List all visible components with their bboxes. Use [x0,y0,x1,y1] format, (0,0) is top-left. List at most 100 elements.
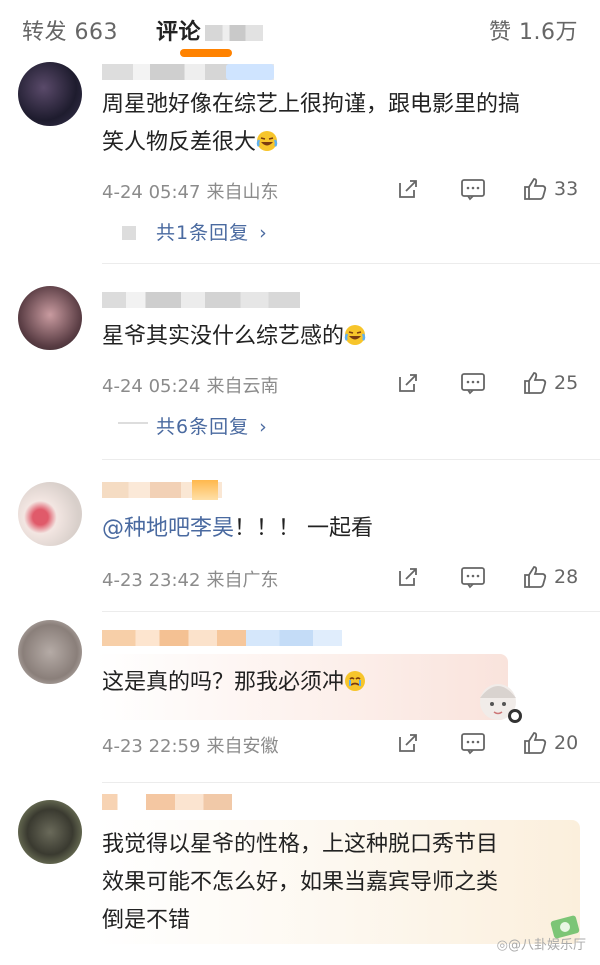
reply-button[interactable] [460,174,486,204]
watermark-text: 八卦娱乐厅 [520,938,586,953]
watermark: ◎@八卦娱乐厅 [496,938,586,953]
comment-item: 星爷其实没什么综艺感的 4-24 05:24 来自云南 25 共6条回复 › [0,270,600,460]
comment-location: 来自安徽 [206,736,279,757]
reply-button[interactable] [460,728,486,758]
comment-tabs: 转发 663 评论 赞 1.6万 [0,0,600,58]
comment-item: 周星弛好像在综艺上很拘谨，跟电影里的搞 笑人物反差很大 4-24 05:47 来自… [0,58,600,268]
comment-line-text: ！！！ 一起看 [234,516,374,541]
share-icon [399,374,417,392]
comment-item: 这是真的吗？那我必须冲 4-23 22:59 来自安徽 20 [0,614,600,784]
comment-actions: 28 [392,562,592,592]
replies-count: 共1条回复 [156,222,250,244]
comment-location: 来自广东 [206,570,279,591]
divider [102,611,600,612]
reply-button[interactable] [460,368,486,398]
comment-meta: 4-24 05:24 来自云南 [102,372,278,398]
divider [102,782,600,783]
share-button[interactable] [396,174,420,204]
like-button[interactable]: 28 [522,562,578,592]
comment-line: 笑人物反差很大 [102,124,584,162]
comment-line: 这是真的吗？那我必须冲 [102,664,584,702]
chevron-right-icon: › [259,222,268,244]
share-icon [399,180,417,198]
laugh-cry-emoji-icon [256,131,278,151]
tab-comments-label: 评论 [156,20,202,45]
reply-button[interactable] [460,562,486,592]
view-replies-link[interactable]: 共6条回复 › [156,412,268,439]
share-button[interactable] [396,562,420,592]
comment-line: 星爷其实没什么综艺感的 [102,318,584,356]
comment-time: 4-23 23:42 [102,570,201,591]
comment-time: 4-23 22:59 [102,736,201,757]
comment-text: @种地吧李昊！！！ 一起看 [102,510,584,548]
comment-meta: 4-23 23:42 来自广东 [102,566,278,592]
share-icon [399,568,417,586]
like-count: 20 [554,732,579,754]
active-tab-indicator [180,49,232,57]
like-count: 25 [554,372,579,394]
username-blurred[interactable] [102,794,232,810]
comment-icon [461,733,485,755]
like-icon [524,732,547,754]
divider [102,263,600,264]
avatar[interactable] [18,62,82,126]
avatar[interactable] [18,286,82,350]
comment-line: 我觉得以星爷的性格，上这种脱口秀节目 [102,832,499,857]
reply-avatar-blurred [118,422,148,424]
comment-line: 效果可能不怎么好，如果当嘉宾导师之类 [102,870,499,895]
comment-meta: 4-24 05:47 来自山东 [102,178,278,204]
comment-actions: 25 [392,368,592,398]
comment-icon [461,179,485,201]
username-blurred[interactable] [102,630,342,646]
avatar[interactable] [18,800,82,864]
laugh-cry-emoji-icon [344,325,366,345]
comment-text: 星爷其实没什么综艺感的 [102,318,584,356]
tab-likes[interactable]: 赞 1.6万 [489,14,578,46]
like-button[interactable]: 33 [522,174,578,204]
comment-line-text: 星爷其实没什么综艺感的 [102,324,345,349]
comment-icon [461,567,485,589]
comment-line: 周星弛好像在综艺上很拘谨，跟电影里的搞 [102,92,521,117]
comment-actions: 33 [392,174,592,204]
tab-repost[interactable]: 转发 663 [22,14,118,46]
avatar[interactable] [18,482,82,546]
chevron-right-icon: › [259,416,268,438]
comment-actions: 20 [392,728,592,758]
comment-item: @种地吧李昊！！！ 一起看 4-23 23:42 来自广东 28 [0,462,600,612]
like-count: 28 [554,566,579,588]
comment-location: 来自云南 [206,376,279,397]
comment-text: 我觉得以星爷的性格，上这种脱口秀节目 效果可能不怎么好，如果当嘉宾导师之类 倒是… [102,826,584,940]
comment-icon [461,373,485,395]
comment-line-text: 笑人物反差很大 [102,130,257,155]
comment-time: 4-24 05:47 [102,182,201,203]
user-badge [226,64,274,80]
crying-emoji-icon [345,671,366,691]
divider [102,459,600,460]
mention-link[interactable]: @种地吧李昊 [102,516,234,541]
like-button[interactable]: 25 [522,368,578,398]
comment-time: 4-24 05:24 [102,376,201,397]
comment-item: 我觉得以星爷的性格，上这种脱口秀节目 效果可能不怎么好，如果当嘉宾导师之类 倒是… [0,786,600,965]
reply-avatar-blurred [122,226,136,240]
comment-text: 周星弛好像在综艺上很拘谨，跟电影里的搞 笑人物反差很大 [102,86,584,162]
view-replies-link[interactable]: 共1条回复 › [156,218,268,245]
replies-count: 共6条回复 [156,416,250,438]
avatar[interactable] [18,620,82,684]
share-button[interactable] [396,368,420,398]
like-icon [524,566,547,588]
comment-meta: 4-23 22:59 来自安徽 [102,732,278,758]
like-count: 33 [554,178,579,200]
comment-line: @种地吧李昊！！！ 一起看 [102,510,584,548]
username-blurred[interactable] [102,292,300,308]
like-icon [524,178,547,200]
like-icon [524,372,547,394]
comment-text: 这是真的吗？那我必须冲 [102,664,584,702]
user-badge [192,480,218,500]
comment-location: 来自山东 [206,182,279,203]
share-icon [399,734,417,752]
share-button[interactable] [396,728,420,758]
comment-line-text: 这是真的吗？那我必须冲 [102,670,345,695]
tab-comments[interactable]: 评论 [156,14,264,46]
blurred-count [205,25,264,41]
like-button[interactable]: 20 [522,728,578,758]
